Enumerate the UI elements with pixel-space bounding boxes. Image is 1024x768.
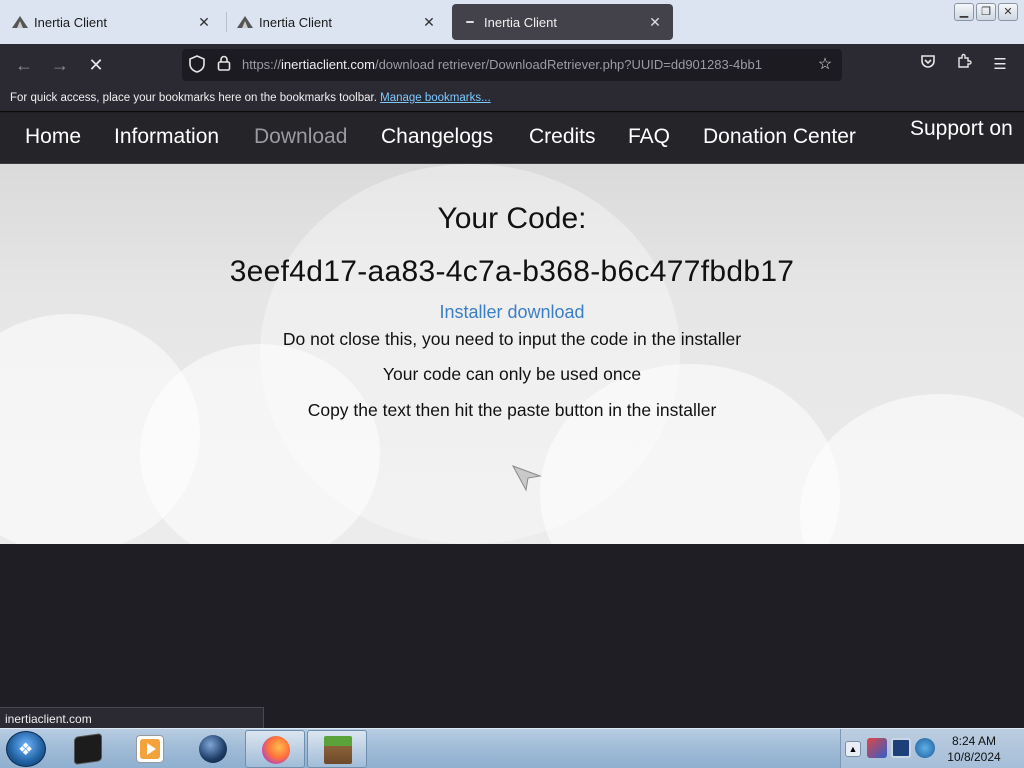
taskbar-item[interactable] [183,730,243,768]
installer-download-link[interactable]: Installer download [0,302,1024,323]
media-player-icon [136,735,164,763]
tab-title: Inertia Client [34,14,107,30]
taskbar-item[interactable] [120,730,180,768]
start-button[interactable]: ❖ [6,731,46,767]
nav-faq[interactable]: FAQ [628,125,670,149]
close-tab-icon[interactable]: ✕ [647,14,663,31]
instruction-text: Copy the text then hit the paste button … [307,400,717,420]
bookmark-star-icon[interactable]: ☆ [814,54,836,76]
minimize-button[interactable]: ▁ [954,3,974,21]
url-text[interactable]: https://inertiaclient.com/download retri… [242,57,814,72]
restore-button[interactable]: ❐ [976,3,996,21]
mouse-cursor-icon [511,464,542,494]
status-url: inertiaclient.com [0,707,264,729]
back-arrow-icon[interactable]: ← [12,53,36,77]
bookmarks-hint: For quick access, place your bookmarks h… [10,92,377,104]
window-controls: ▁ ❐ ✕ [954,3,1018,21]
firefox-icon [262,736,290,764]
close-tab-icon[interactable]: ✕ [421,14,437,31]
loading-icon [462,16,478,28]
menu-icon[interactable]: ☰ [988,53,1012,77]
bookmarks-toolbar: For quick access, place your bookmarks h… [0,86,1024,112]
close-window-button[interactable]: ✕ [998,3,1018,21]
lock-icon[interactable] [214,55,234,75]
nav-donation-center[interactable]: Donation Center [703,125,856,149]
nav-download[interactable]: Download [254,125,347,149]
tab-3-active[interactable]: Inertia Client ✕ [452,4,673,40]
clock[interactable]: 8:24 AM 10/8/2024 [941,733,1007,765]
nav-information[interactable]: Information [114,125,219,149]
shield-icon[interactable] [187,55,207,75]
code-section: Your Code: 3eef4d17-aa83-4c7a-b368-b6c47… [0,164,1024,544]
url-scheme: https:// [242,57,282,72]
code-heading: Your Code: [437,202,587,235]
shield-tray-icon[interactable] [867,738,887,758]
url-path: /download retriever/DownloadRetriever.ph… [374,57,762,72]
minecraft-icon [324,736,352,764]
taskbar-item-firefox[interactable] [245,730,305,768]
taskbar-item[interactable] [58,730,118,768]
tab-1[interactable]: Inertia Client ✕ [2,4,222,40]
nav-credits[interactable]: Credits [529,125,596,149]
code-value[interactable]: 3eef4d17-aa83-4c7a-b368-b6c477fbdb17 [0,255,1024,289]
tab-title: Inertia Client [484,14,557,30]
tab-title: Inertia Client [259,14,332,30]
extensions-icon[interactable] [952,53,976,77]
volume-icon[interactable] [915,738,935,758]
nav-home[interactable]: Home [25,125,81,149]
site-navigation: Home Information Download Changelogs Cre… [0,113,1024,164]
url-domain: inertiaclient.com [281,57,375,72]
address-bar[interactable]: https://inertiaclient.com/download retri… [182,49,842,81]
tab-strip: Inertia Client ✕ Inertia Client ✕ Inerti… [0,0,1024,44]
inertia-logo-icon [237,16,253,28]
forward-arrow-icon[interactable]: → [48,53,72,77]
taskbar: ❖ ▲ 8:24 AM 10/8/2024 [0,728,1024,768]
nav-changelogs[interactable]: Changelogs [381,125,493,149]
taskbar-item-minecraft[interactable] [307,730,367,768]
nav-support[interactable]: Support on [910,117,1013,141]
globe-icon [199,735,227,763]
system-tray: ▲ 8:24 AM 10/8/2024 [840,729,1024,768]
inertia-logo-icon [12,16,28,28]
windows-logo-icon: ❖ [18,740,34,759]
tab-2[interactable]: Inertia Client ✕ [227,4,447,40]
instruction-text: Do not close this, you need to input the… [282,329,742,349]
stop-loading-icon[interactable]: ✕ [84,53,108,77]
network-icon[interactable] [891,738,911,758]
terminal-icon [74,733,102,765]
pocket-icon[interactable] [916,53,940,77]
instruction-text: Your code can only be used once [382,364,642,384]
close-tab-icon[interactable]: ✕ [196,14,212,31]
clock-time: 8:24 AM [951,734,997,748]
page-footer-area [0,544,1024,728]
manage-bookmarks-link[interactable]: Manage bookmarks... [380,92,491,104]
clock-date: 10/8/2024 [947,750,1001,764]
navigation-toolbar: ← → ✕ https://inertiaclient.com/download… [0,44,1024,86]
show-hidden-icons-icon[interactable]: ▲ [845,741,861,757]
